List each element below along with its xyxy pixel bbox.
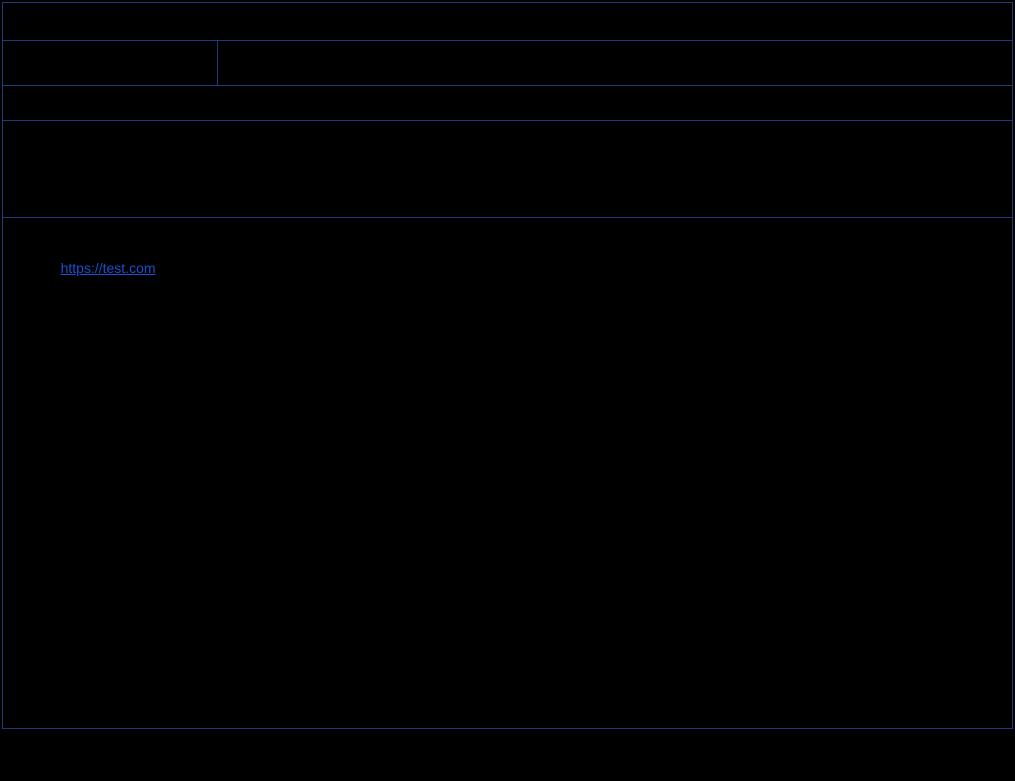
- organization-value: [218, 41, 1012, 85]
- scope-label: Scope:: [17, 135, 998, 151]
- organization-row: Organization:: [3, 41, 1012, 86]
- organization-label: Organization:: [3, 41, 218, 85]
- purpose-label: Purpose:: [17, 94, 78, 110]
- test-link[interactable]: https://test.com: [61, 260, 156, 276]
- scope-text: This policy applies to all systems and s…: [17, 161, 998, 203]
- item-a-text: test: [30, 260, 60, 276]
- section-iv-label: IV.: [17, 232, 998, 248]
- item-a: A. test https://test.com: [17, 258, 998, 279]
- purpose-row: Purpose:: [3, 86, 1012, 121]
- policy-table: NIST MODERATE SECURITY COMPLIANCE POLICY…: [2, 2, 1013, 729]
- policy-title: NIST MODERATE SECURITY COMPLIANCE POLICY: [17, 13, 385, 30]
- scope-text-before: This policy applies to all: [17, 163, 169, 179]
- body-row: IV. A. test https://test.com: [3, 218, 1012, 728]
- item-a-label: A.: [17, 260, 30, 276]
- header-row: NIST MODERATE SECURITY COMPLIANCE POLICY: [3, 3, 1012, 41]
- scope-row: Scope: This policy applies to all system…: [3, 121, 1012, 218]
